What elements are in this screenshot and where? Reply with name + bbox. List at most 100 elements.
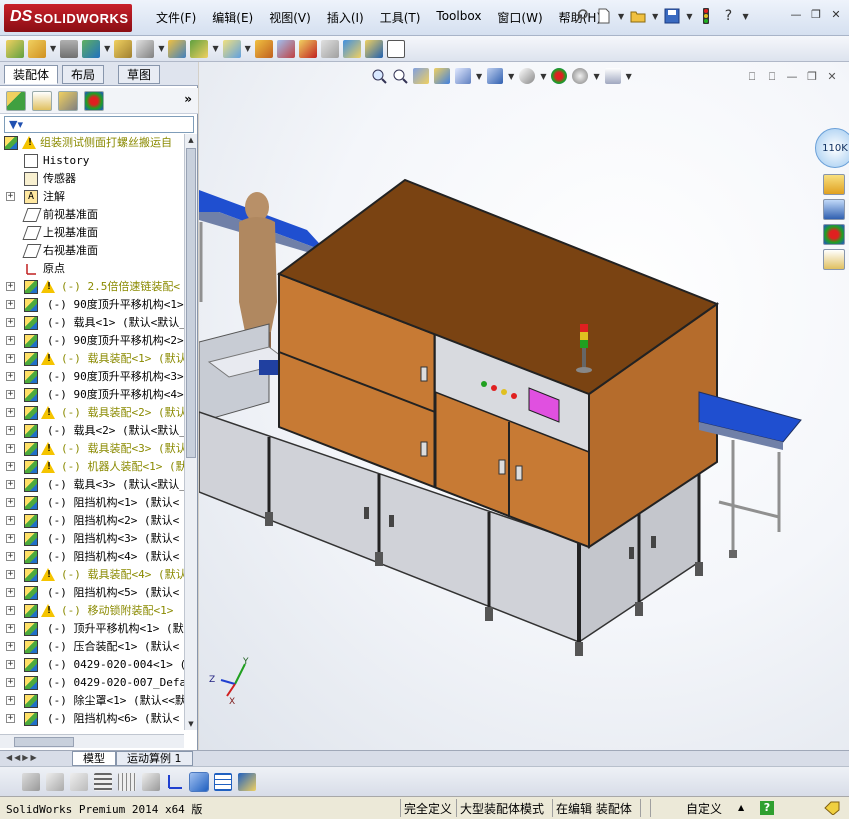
chevron-down-icon[interactable]: ▼ xyxy=(540,72,546,81)
tree-item-component[interactable]: + (-) 载具<1> (默认<默认_ xyxy=(0,314,184,332)
tree-item-component[interactable]: + (-) 阻挡机构<5> (默认< xyxy=(0,584,184,602)
split-horizontal-icon[interactable]: ⎕ xyxy=(745,70,759,84)
axes-icon[interactable] xyxy=(166,773,184,791)
chevron-down-icon[interactable]: ▼ xyxy=(212,44,218,53)
tree-item-component[interactable]: + (-) 阻挡机构<2> (默认< xyxy=(0,512,184,530)
chevron-down-icon[interactable]: ▼ xyxy=(104,44,110,53)
chevron-down-icon[interactable]: ▼ xyxy=(50,44,56,53)
expand-icon[interactable]: + xyxy=(6,354,15,363)
tree-item-component[interactable]: + (-) 载具装配<2> (默认 xyxy=(0,404,184,422)
help-icon[interactable]: ? xyxy=(760,801,774,815)
scroll-down-icon[interactable]: ▼ xyxy=(186,718,196,730)
rebuild-traffic-light-icon[interactable] xyxy=(698,8,714,24)
open-folder-icon[interactable] xyxy=(630,8,646,24)
smart-fasteners-icon[interactable] xyxy=(114,39,133,58)
tree-item-component[interactable]: + (-) 除尘罩<1> (默认<<默 xyxy=(0,692,184,710)
instant3d-icon[interactable] xyxy=(342,39,361,58)
zoom-to-area-icon[interactable] xyxy=(392,68,408,84)
tree-item-component[interactable]: + (-) 载具装配<4> (默认 xyxy=(0,566,184,584)
tree-item-history[interactable]: History xyxy=(0,152,184,170)
tree-item-component[interactable]: + (-) 移动锁附装配<1> xyxy=(0,602,184,620)
tree-item-component[interactable]: + (-) 机器人装配<1> (默 xyxy=(0,458,184,476)
tree-item-component[interactable]: + (-) 0429-020-004<1> (默 xyxy=(0,656,184,674)
tree-item-component[interactable]: + (-) 90度顶升平移机构<2> xyxy=(0,332,184,350)
hide-show-items-icon[interactable] xyxy=(519,68,536,84)
show-hidden-icon[interactable] xyxy=(168,39,187,58)
expand-icon[interactable]: + xyxy=(6,606,15,615)
design-library-folder-icon[interactable] xyxy=(823,174,845,195)
tree-item-component[interactable]: + (-) 90度顶升平移机构<1> xyxy=(0,296,184,314)
edit-appearance-icon[interactable] xyxy=(551,68,568,84)
expand-icon[interactable]: + xyxy=(6,192,15,201)
explode-line-sketch-icon[interactable] xyxy=(320,39,339,58)
apply-scene-icon[interactable] xyxy=(572,68,589,84)
tree-root[interactable]: 组装测试侧面打螺丝搬运自 xyxy=(0,134,184,152)
take-snapshot-icon[interactable] xyxy=(386,39,405,58)
close-icon[interactable]: ✕ xyxy=(829,8,843,22)
hidden-lines-visible-icon[interactable] xyxy=(46,772,64,791)
shaded-with-edges-icon[interactable] xyxy=(189,771,209,792)
expand-icon[interactable]: + xyxy=(6,426,15,435)
chevron-down-icon[interactable]: ▼ xyxy=(593,72,599,81)
tree-horizontal-scrollbar[interactable] xyxy=(0,734,184,748)
property-manager-icon[interactable] xyxy=(32,90,52,111)
bill-of-materials-icon[interactable] xyxy=(276,39,295,58)
tree-filter-input[interactable]: ▼▾ xyxy=(4,116,194,133)
expand-icon[interactable]: + xyxy=(6,678,15,687)
hidden-lines-removed-icon[interactable] xyxy=(70,772,88,791)
update-speedpak-icon[interactable] xyxy=(364,39,383,58)
dimension-icon[interactable] xyxy=(142,772,160,791)
tree-item-component[interactable]: + (-) 90度顶升平移机构<3> xyxy=(0,368,184,386)
help-icon[interactable]: ? xyxy=(720,8,736,24)
tree-item-origin[interactable]: 原点 xyxy=(0,260,184,278)
exploded-view-icon[interactable] xyxy=(298,39,317,58)
tree-item-right-plane[interactable]: 右视基准面 xyxy=(0,242,184,260)
expand-icon[interactable]: + xyxy=(6,624,15,633)
expand-icon[interactable]: + xyxy=(6,390,15,399)
configuration-manager-icon[interactable] xyxy=(58,90,78,111)
menu-view[interactable]: 视图(V) xyxy=(261,9,319,26)
tree-item-component[interactable]: + (-) 0429-020-007_Defaul xyxy=(0,674,184,692)
expand-icon[interactable]: + xyxy=(6,300,15,309)
expand-icon[interactable]: + xyxy=(6,282,15,291)
chevron-down-icon[interactable]: ▼ xyxy=(742,12,748,21)
featuremanager-tree-icon[interactable] xyxy=(6,90,26,111)
tree-item-top-plane[interactable]: 上视基准面 xyxy=(0,224,184,242)
minimize-icon[interactable]: — xyxy=(789,8,803,22)
custom-properties-icon[interactable] xyxy=(823,249,845,270)
tab-assembly[interactable]: 装配体 xyxy=(4,65,59,84)
expand-icon[interactable]: + xyxy=(6,372,15,381)
assembly-features-icon[interactable] xyxy=(190,39,209,58)
appearances-icon[interactable] xyxy=(823,224,845,245)
view-orientation-icon[interactable] xyxy=(455,68,471,84)
expand-icon[interactable]: + xyxy=(6,534,15,543)
tree-item-component[interactable]: + (-) 载具装配<1> (默认 xyxy=(0,350,184,368)
expand-icon[interactable]: + xyxy=(6,462,15,471)
pin-icon[interactable] xyxy=(574,8,590,24)
new-document-icon[interactable] xyxy=(596,8,612,24)
insert-component-icon[interactable] xyxy=(6,39,24,58)
restore-icon[interactable]: ❐ xyxy=(809,8,823,22)
tag-icon[interactable] xyxy=(824,801,840,818)
expand-icon[interactable]: + xyxy=(6,660,15,669)
chevron-down-icon[interactable]: ▼ xyxy=(686,12,692,21)
solidworks-logo[interactable]: DS SOLIDWORKS xyxy=(4,4,132,32)
chevron-down-icon[interactable]: ▼ xyxy=(158,44,164,53)
tree-item-front-plane[interactable]: 前视基准面 xyxy=(0,206,184,224)
list-icon[interactable] xyxy=(94,772,112,791)
tab-scroll-arrows[interactable]: ◀◀▶▶ xyxy=(6,753,39,762)
tree-item-component[interactable]: + (-) 阻挡机构<3> (默认< xyxy=(0,530,184,548)
units-selector[interactable]: 自定义 xyxy=(686,800,722,817)
expand-icon[interactable]: + xyxy=(6,642,15,651)
tree-item-component[interactable]: + (-) 载具<2> (默认<默认_ xyxy=(0,422,184,440)
tree-item-component[interactable]: + (-) 压合装配<1> (默认< xyxy=(0,638,184,656)
reference-geometry-icon[interactable] xyxy=(222,39,241,58)
restore-icon[interactable]: ❐ xyxy=(805,70,819,84)
tree-item-component[interactable]: + (-) 载具<3> (默认<默认_ xyxy=(0,476,184,494)
expand-icon[interactable]: + xyxy=(6,696,15,705)
menu-window[interactable]: 窗口(W) xyxy=(489,9,550,26)
tree-item-component[interactable]: + (-) 阻挡机构<1> (默认< xyxy=(0,494,184,512)
file-explorer-icon[interactable] xyxy=(823,199,845,220)
expand-icon[interactable]: + xyxy=(6,714,15,723)
chevron-down-icon[interactable]: ▼ xyxy=(245,44,251,53)
